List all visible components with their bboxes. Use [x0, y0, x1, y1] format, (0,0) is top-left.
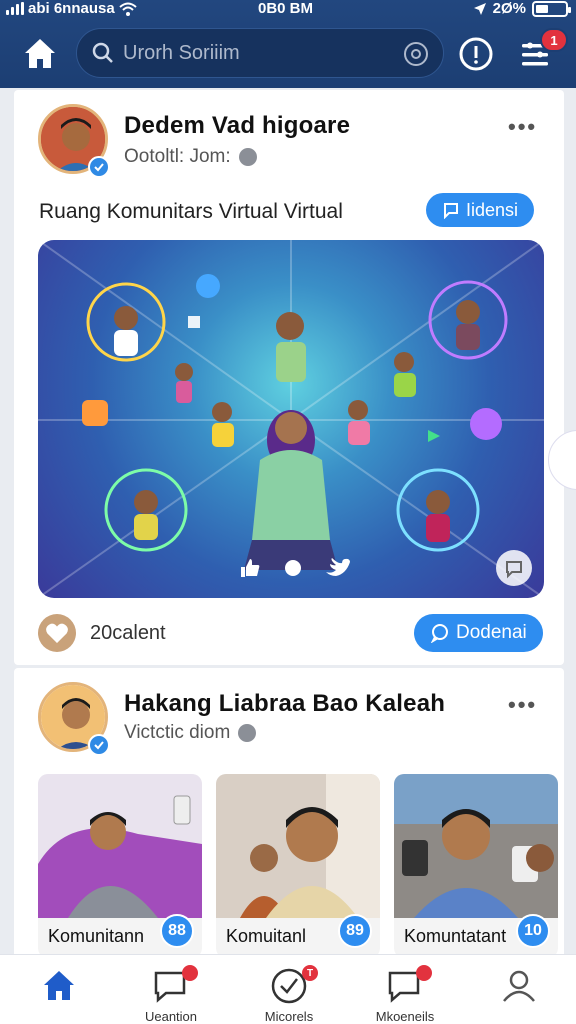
- nav-home[interactable]: [4, 959, 114, 1023]
- post-meta: Ootoltl: Jom:: [124, 146, 257, 168]
- more-options-button[interactable]: •••: [508, 692, 537, 718]
- thumbnail-count-badge: 10: [516, 914, 550, 948]
- nav-label: Mkoeneils: [375, 1009, 435, 1024]
- post-time: Ootoltl: Jom:: [124, 146, 231, 167]
- search-bar[interactable]: [76, 28, 444, 78]
- chat-icon: [430, 624, 448, 643]
- discuss-label: Iidensi: [466, 199, 519, 220]
- info-button[interactable]: [458, 36, 494, 72]
- status-time: 0B0 BM: [258, 0, 314, 17]
- reply-button[interactable]: Dodenai: [414, 614, 543, 652]
- post-author[interactable]: Hakang Liabraa Bao Kaleah: [124, 690, 445, 718]
- carrier-name: abi 6nnausa: [28, 0, 115, 17]
- globe-icon: [238, 148, 257, 166]
- thumbnail-label: Komunitann: [48, 926, 145, 946]
- dot-icon[interactable]: [284, 559, 302, 577]
- post-meta: Victctic diom: [124, 722, 257, 744]
- like-button[interactable]: [38, 614, 76, 652]
- nav-badge: [416, 965, 432, 981]
- thumbnail-count-badge: 89: [338, 914, 372, 948]
- camera-search-icon[interactable]: [403, 41, 429, 67]
- thumbs-up-icon[interactable]: [238, 556, 262, 580]
- media-controls: [238, 556, 352, 580]
- bird-icon[interactable]: [324, 556, 352, 580]
- reply-label: Dodenai: [456, 622, 527, 643]
- verified-badge-icon: [88, 156, 110, 178]
- community-image[interactable]: [38, 240, 544, 598]
- post-card: Dedem Vad higoare Ootoltl: Jom: ••• Ruan…: [14, 90, 564, 665]
- image-comment-button[interactable]: [496, 550, 532, 586]
- nav-label: Ueantion: [144, 1009, 198, 1024]
- more-options-button[interactable]: •••: [508, 114, 537, 140]
- status-bar: abi 6nnausa 0B0 BM 2Ø%: [0, 0, 576, 18]
- app-header: abi 6nnausa 0B0 BM 2Ø% 1: [0, 0, 576, 88]
- community-thumbnail[interactable]: Komunitann 88: [38, 774, 202, 958]
- bottom-navigation: Ueantion T Micorels Mkoeneils: [0, 954, 576, 1024]
- post-author[interactable]: Dedem Vad higoare: [124, 112, 350, 140]
- nav-profile[interactable]: [464, 959, 574, 1023]
- nav-mentions[interactable]: Ueantion: [116, 959, 226, 1024]
- thumbnail-count-badge: 88: [160, 914, 194, 948]
- wifi-icon: [119, 2, 137, 16]
- profile-icon: [503, 970, 535, 1002]
- battery-icon: [532, 0, 571, 17]
- search-input[interactable]: [123, 41, 403, 65]
- thumbnail-label: Komuitanl: [226, 926, 307, 946]
- nav-badge: [182, 965, 198, 981]
- nav-badge: T: [302, 965, 318, 981]
- community-thumbnail[interactable]: Komuitanl 89: [216, 774, 380, 958]
- discuss-button[interactable]: Iidensi: [426, 193, 535, 227]
- home-icon: [44, 971, 74, 1000]
- signal-icon: [6, 2, 24, 15]
- heart-icon: [46, 623, 68, 643]
- nav-messages[interactable]: Mkoeneils: [350, 959, 460, 1024]
- verified-badge-icon: [88, 734, 110, 756]
- community-thumbnail[interactable]: Komuntatant 10: [394, 774, 558, 958]
- globe-icon: [238, 724, 257, 742]
- home-button[interactable]: [20, 34, 60, 74]
- chat-icon: [444, 203, 458, 219]
- nav-moments[interactable]: T Micorels: [234, 959, 344, 1024]
- search-icon: [92, 42, 113, 63]
- nav-label: Micorels: [264, 1009, 314, 1024]
- like-count: 20calent: [90, 622, 166, 644]
- post-card: Hakang Liabraa Bao Kaleah Victctic diom …: [14, 668, 564, 968]
- location-icon: [473, 2, 486, 15]
- post-time: Victctic diom: [124, 722, 231, 743]
- battery-percent: 2Ø%: [492, 0, 526, 17]
- thumbnail-label: Komuntatant: [404, 926, 507, 946]
- post-caption: Ruang Komunitars Virtual Virtual: [39, 200, 343, 223]
- notification-badge: 1: [540, 28, 568, 52]
